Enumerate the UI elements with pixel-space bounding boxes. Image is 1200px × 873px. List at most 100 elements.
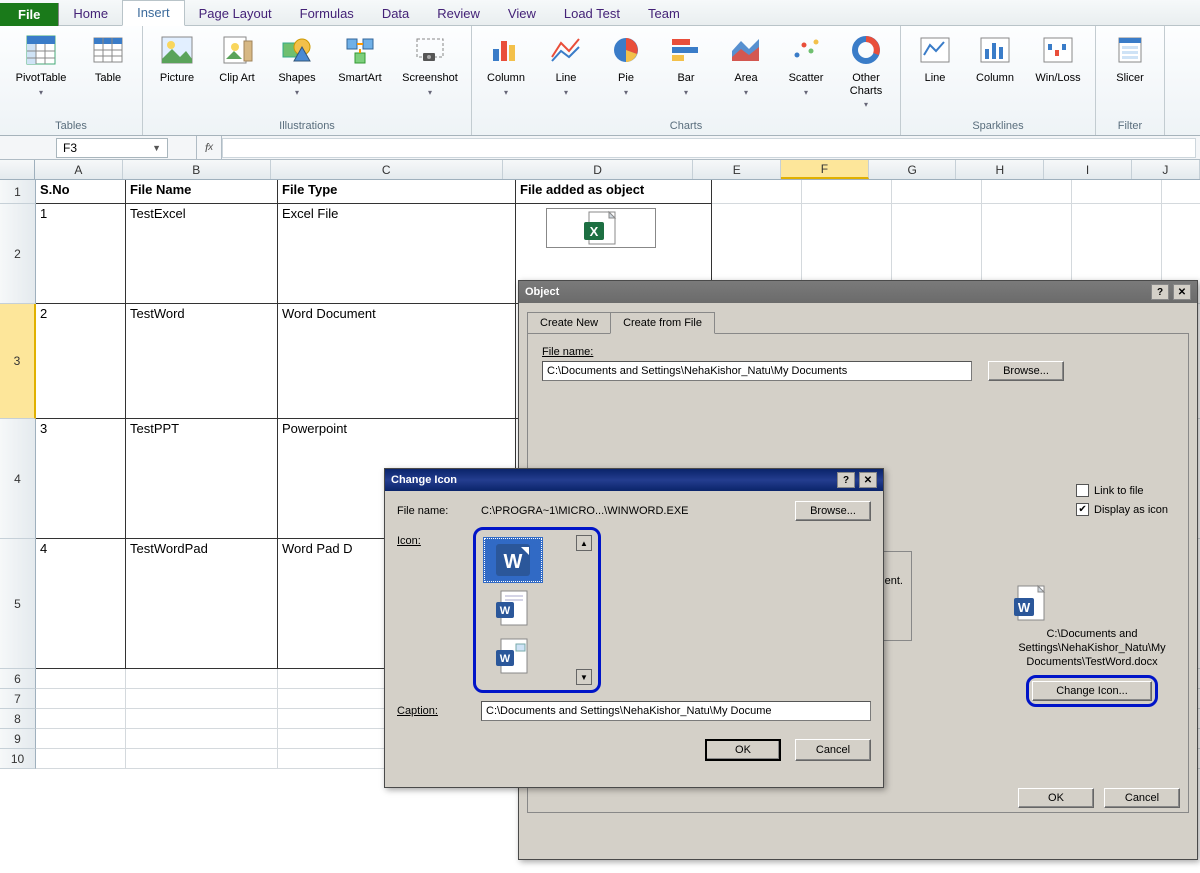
chart-pie-button[interactable]: Pie▾ — [598, 29, 654, 111]
name-box[interactable]: F3▼ — [56, 138, 168, 158]
row-header-2[interactable]: 2 — [0, 204, 36, 304]
cell-F1[interactable] — [802, 180, 892, 204]
fx-icon[interactable]: fx — [196, 136, 222, 159]
tab-view[interactable]: View — [494, 2, 550, 26]
tab-load test[interactable]: Load Test — [550, 2, 634, 26]
cell-A8[interactable] — [36, 709, 126, 729]
smartart-button[interactable]: SmartArt — [329, 29, 391, 111]
help-icon[interactable]: ? — [837, 472, 855, 488]
cell-B6[interactable] — [126, 669, 278, 689]
col-header-F[interactable]: F — [781, 160, 869, 179]
shapes-button[interactable]: Shapes▾ — [269, 29, 325, 111]
change-icon-button[interactable]: Change Icon... — [1032, 681, 1152, 701]
cell-J1[interactable] — [1162, 180, 1200, 204]
pivottable-button[interactable]: PivotTable▾ — [6, 29, 76, 111]
row-header-1[interactable]: 1 — [0, 180, 36, 204]
row-header-3[interactable]: 3 — [0, 304, 36, 419]
cell-C2[interactable]: Excel File — [278, 204, 516, 304]
ci-caption-input[interactable] — [481, 701, 871, 721]
tab-home[interactable]: Home — [59, 2, 122, 26]
help-icon[interactable]: ? — [1151, 284, 1169, 300]
cell-A3[interactable]: 2 — [36, 304, 126, 419]
cell-C3[interactable]: Word Document — [278, 304, 516, 419]
cell-H1[interactable] — [982, 180, 1072, 204]
cell-A5[interactable]: 4 — [36, 539, 126, 669]
tab-page layout[interactable]: Page Layout — [185, 2, 286, 26]
chart-scatter-button[interactable]: Scatter▾ — [778, 29, 834, 111]
row-header-8[interactable]: 8 — [0, 709, 36, 729]
select-all-corner[interactable] — [0, 160, 35, 179]
row-header-7[interactable]: 7 — [0, 689, 36, 709]
ci-ok-button[interactable]: OK — [705, 739, 781, 761]
cell-B4[interactable]: TestPPT — [126, 419, 278, 539]
object-ok-button[interactable]: OK — [1018, 788, 1094, 808]
cell-A4[interactable]: 3 — [36, 419, 126, 539]
object-cancel-button[interactable]: Cancel — [1104, 788, 1180, 808]
col-header-I[interactable]: I — [1044, 160, 1132, 179]
cell-B5[interactable]: TestWordPad — [126, 539, 278, 669]
display-as-icon-checkbox[interactable]: ✔Display as icon — [1076, 503, 1168, 516]
row-header-6[interactable]: 6 — [0, 669, 36, 689]
row-header-5[interactable]: 5 — [0, 539, 36, 669]
ci-cancel-button[interactable]: Cancel — [795, 739, 871, 761]
cell-B3[interactable]: TestWord — [126, 304, 278, 419]
close-icon[interactable]: ✕ — [859, 472, 877, 488]
row-header-9[interactable]: 9 — [0, 729, 36, 749]
scroll-up-icon[interactable]: ▲ — [576, 535, 592, 551]
tab-file[interactable]: File — [0, 3, 59, 26]
cell-G1[interactable] — [892, 180, 982, 204]
chart-other-button[interactable]: Other Charts▾ — [838, 29, 894, 111]
tab-review[interactable]: Review — [423, 2, 494, 26]
col-header-E[interactable]: E — [693, 160, 781, 179]
cell-D1[interactable]: File added as object — [516, 180, 712, 204]
tab-data[interactable]: Data — [368, 2, 423, 26]
icon-option-3[interactable]: W — [483, 633, 543, 679]
col-header-C[interactable]: C — [271, 160, 503, 179]
cell-B2[interactable]: TestExcel — [126, 204, 278, 304]
cell-A7[interactable] — [36, 689, 126, 709]
tab-team[interactable]: Team — [634, 2, 694, 26]
object-dialog-titlebar[interactable]: Object ? ✕ — [519, 281, 1197, 303]
embedded-object[interactable]: X — [546, 208, 656, 248]
cell-B1[interactable]: File Name — [126, 180, 278, 204]
scroll-down-icon[interactable]: ▼ — [576, 669, 592, 685]
col-header-B[interactable]: B — [123, 160, 271, 179]
chart-column-button[interactable]: Column▾ — [478, 29, 534, 111]
chart-area-button[interactable]: Area▾ — [718, 29, 774, 111]
cell-B7[interactable] — [126, 689, 278, 709]
cell-B9[interactable] — [126, 729, 278, 749]
close-icon[interactable]: ✕ — [1173, 284, 1191, 300]
cell-E1[interactable] — [712, 180, 802, 204]
cell-A2[interactable]: 1 — [36, 204, 126, 304]
cell-B10[interactable] — [126, 749, 278, 769]
screenshot-button[interactable]: Screenshot▾ — [395, 29, 465, 111]
icon-list[interactable]: W W W — [481, 535, 576, 685]
table-button[interactable]: Table — [80, 29, 136, 111]
tab-create-new[interactable]: Create New — [527, 312, 611, 334]
chevron-down-icon[interactable]: ▼ — [152, 143, 161, 153]
row-header-10[interactable]: 10 — [0, 749, 36, 769]
col-header-A[interactable]: A — [35, 160, 123, 179]
tab-insert[interactable]: Insert — [122, 0, 185, 26]
formula-input[interactable] — [222, 138, 1196, 158]
cell-C1[interactable]: File Type — [278, 180, 516, 204]
picture-button[interactable]: Picture — [149, 29, 205, 111]
col-header-G[interactable]: G — [869, 160, 957, 179]
file-name-input[interactable] — [542, 361, 972, 381]
change-icon-titlebar[interactable]: Change Icon ? ✕ — [385, 469, 883, 491]
col-header-J[interactable]: J — [1132, 160, 1200, 179]
browse-button[interactable]: Browse... — [988, 361, 1064, 381]
tab-create-from-file[interactable]: Create from File — [610, 312, 715, 334]
icon-option-1[interactable]: W — [483, 537, 543, 583]
col-header-H[interactable]: H — [956, 160, 1044, 179]
spark-line-button[interactable]: Line — [907, 29, 963, 111]
chart-bar-button[interactable]: Bar▾ — [658, 29, 714, 111]
ci-browse-button[interactable]: Browse... — [795, 501, 871, 521]
clipart-button[interactable]: Clip Art — [209, 29, 265, 111]
cell-A10[interactable] — [36, 749, 126, 769]
cell-I1[interactable] — [1072, 180, 1162, 204]
slicer-button[interactable]: Slicer — [1102, 29, 1158, 111]
cell-B8[interactable] — [126, 709, 278, 729]
icon-option-2[interactable]: W — [483, 585, 543, 631]
row-header-4[interactable]: 4 — [0, 419, 36, 539]
